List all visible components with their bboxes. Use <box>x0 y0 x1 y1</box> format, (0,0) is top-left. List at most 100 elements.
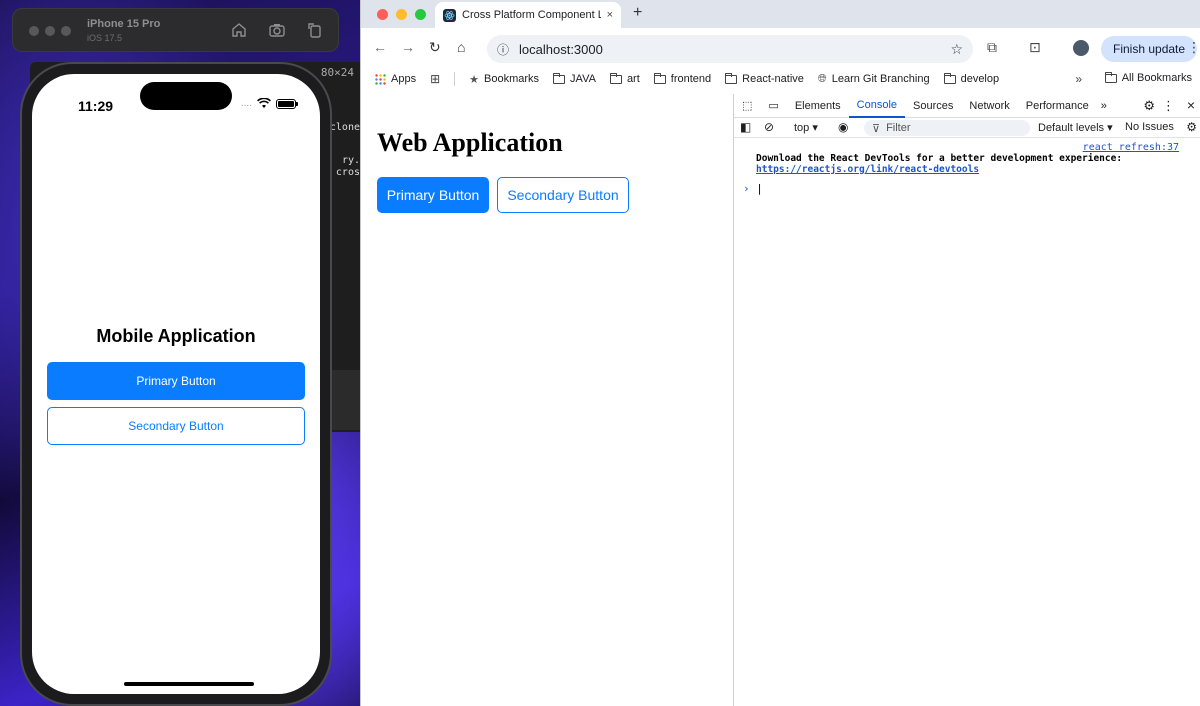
tab-performance[interactable]: Performance <box>1018 94 1097 118</box>
address-bar[interactable]: ⓘ localhost:3000 ☆ <box>487 35 973 63</box>
reading-list-icon[interactable]: ⊡ <box>1029 39 1041 56</box>
more-bookmarks-button[interactable]: » <box>1075 72 1082 86</box>
bookmark-bookmarks[interactable]: ★ Bookmarks <box>469 73 539 86</box>
terminal-line: clone <box>329 122 360 133</box>
console-message-text: Download the React DevTools for a better… <box>756 153 1123 164</box>
web-primary-button[interactable]: Primary Button <box>377 177 489 213</box>
more-tabs-icon[interactable]: » <box>1097 94 1111 118</box>
bookmark-frontend[interactable]: frontend <box>653 72 712 85</box>
home-icon[interactable] <box>230 21 248 39</box>
simulator-toolbar: iPhone 15 Pro iOS 17.5 <box>12 8 339 52</box>
browser-tab[interactable]: Cross Platform Component Li × <box>435 2 621 28</box>
context-selector[interactable]: top ▾ <box>794 121 818 134</box>
bookmark-develop[interactable]: develop <box>943 72 1000 85</box>
react-icon <box>443 8 456 22</box>
mobile-primary-button[interactable]: Primary Button <box>47 362 305 400</box>
forward-icon[interactable]: → <box>401 39 415 55</box>
tab-groups-icon[interactable]: ⊞ <box>430 72 440 86</box>
terminal-line: ry. <box>341 155 360 166</box>
log-levels-dropdown[interactable]: Default levels ▾ <box>1038 121 1113 134</box>
web-page: Web Application Primary Button Secondary… <box>361 94 733 706</box>
menu-icon[interactable]: ⋮ <box>1187 39 1200 56</box>
tab-sources[interactable]: Sources <box>905 94 961 118</box>
all-bookmarks[interactable]: All Bookmarks <box>1104 71 1192 84</box>
bookmark-label: All Bookmarks <box>1121 72 1192 84</box>
browser-window: Cross Platform Component Li × + ← → ↻ ⌂ … <box>360 0 1200 706</box>
clear-console-icon[interactable]: ⊘ <box>764 120 774 134</box>
bookmark-star-icon[interactable]: ☆ <box>950 41 963 58</box>
folder-icon <box>609 72 622 84</box>
filter-input[interactable]: ⊽ Filter <box>864 120 1030 136</box>
bookmark-label: develop <box>960 73 1000 85</box>
divider <box>454 72 456 86</box>
console-source-link[interactable]: react refresh:37 <box>1083 142 1179 153</box>
tab-elements[interactable]: Elements <box>787 94 849 118</box>
profile-avatar[interactable] <box>1073 40 1089 56</box>
bookmark-art[interactable]: art <box>609 72 640 85</box>
console-settings-icon[interactable]: ⚙ <box>1186 120 1197 134</box>
folder-icon <box>725 72 738 84</box>
tab-strip: Cross Platform Component Li × + <box>361 0 1200 28</box>
bookmark-label: Learn Git Branching <box>831 73 930 85</box>
folder-icon <box>943 72 956 84</box>
finish-update-button[interactable]: Finish update <box>1101 36 1198 62</box>
url-text[interactable]: localhost:3000 <box>519 42 940 57</box>
device-toolbar-icon[interactable]: ▭ <box>760 94 786 118</box>
maximize-window-icon[interactable] <box>415 9 426 20</box>
sidebar-toggle-icon[interactable]: ◧ <box>740 120 751 134</box>
window-controls[interactable] <box>377 9 426 20</box>
settings-icon[interactable]: ⚙ <box>1143 98 1155 114</box>
screenshot-icon[interactable] <box>268 21 286 39</box>
status-indicators: .... <box>240 98 298 109</box>
filter-icon: ⊽ <box>872 122 881 135</box>
minimize-window-icon[interactable] <box>396 9 407 20</box>
bookmark-react-native[interactable]: React-native <box>725 72 804 85</box>
devtools-tabs: ⬚ ▭ Elements Console Sources Network Per… <box>734 94 1200 118</box>
simulator-os-version: iOS 17.5 <box>87 33 123 43</box>
mobile-app-title: Mobile Application <box>96 326 256 346</box>
inspect-element-icon[interactable]: ⬚ <box>734 94 760 118</box>
eye-icon[interactable]: ◉ <box>838 120 848 134</box>
bookmark-label: JAVA <box>570 73 596 85</box>
devtools-panel: ⬚ ▭ Elements Console Sources Network Per… <box>733 94 1200 706</box>
bookmark-label: Apps <box>391 73 417 85</box>
bookmark-learn-git[interactable]: 🌐︎ Learn Git Branching <box>818 73 930 86</box>
back-icon[interactable]: ← <box>373 39 387 55</box>
apps-grid-icon <box>375 73 386 85</box>
new-tab-button[interactable]: + <box>633 4 642 22</box>
web-app-title: Web Application <box>377 128 563 157</box>
tab-network[interactable]: Network <box>961 94 1017 118</box>
folder-icon <box>1104 71 1117 83</box>
mobile-secondary-button[interactable]: Secondary Button <box>47 407 305 445</box>
folder-icon <box>653 72 666 84</box>
home-indicator[interactable] <box>124 682 254 686</box>
console-prompt[interactable]: › | <box>743 182 763 195</box>
tab-title: Cross Platform Component Li <box>462 9 601 21</box>
bookmarks-bar: Apps ⊞ ★ Bookmarks JAVA art frontend Rea… <box>361 68 1200 90</box>
signal-icon: .... <box>240 98 252 109</box>
reload-icon[interactable]: ↻ <box>429 39 441 56</box>
more-options-icon[interactable]: ⋮ <box>1162 98 1175 114</box>
web-secondary-button[interactable]: Secondary Button <box>497 177 629 213</box>
home-icon[interactable]: ⌂ <box>457 39 465 55</box>
close-window-icon[interactable] <box>377 9 388 20</box>
close-devtools-icon[interactable]: × <box>1187 97 1195 113</box>
site-info-icon[interactable]: ⓘ <box>497 41 509 58</box>
bookmark-label: frontend <box>670 73 712 85</box>
extensions-icon[interactable]: ⧉ <box>987 39 997 56</box>
rotate-icon[interactable] <box>306 21 324 39</box>
window-controls[interactable] <box>29 26 71 36</box>
dynamic-island <box>140 82 232 110</box>
browser-toolbar: ← → ↻ ⌂ ⓘ localhost:3000 ☆ ⧉ ⊡ Finish up… <box>361 28 1200 68</box>
close-tab-icon[interactable]: × <box>607 9 613 21</box>
star-icon: ★ <box>469 73 480 86</box>
tab-console[interactable]: Console <box>848 94 906 118</box>
log-levels-label: Default levels <box>1038 122 1105 134</box>
context-label: top <box>794 122 810 134</box>
wifi-icon <box>257 98 271 108</box>
console-message-link[interactable]: https://reactjs.org/link/react-devtools <box>756 164 1122 175</box>
bookmark-java[interactable]: JAVA <box>553 72 596 85</box>
bookmark-apps[interactable]: Apps <box>375 73 416 85</box>
bookmark-label: Bookmarks <box>484 73 540 85</box>
issues-count[interactable]: No Issues <box>1125 121 1174 133</box>
